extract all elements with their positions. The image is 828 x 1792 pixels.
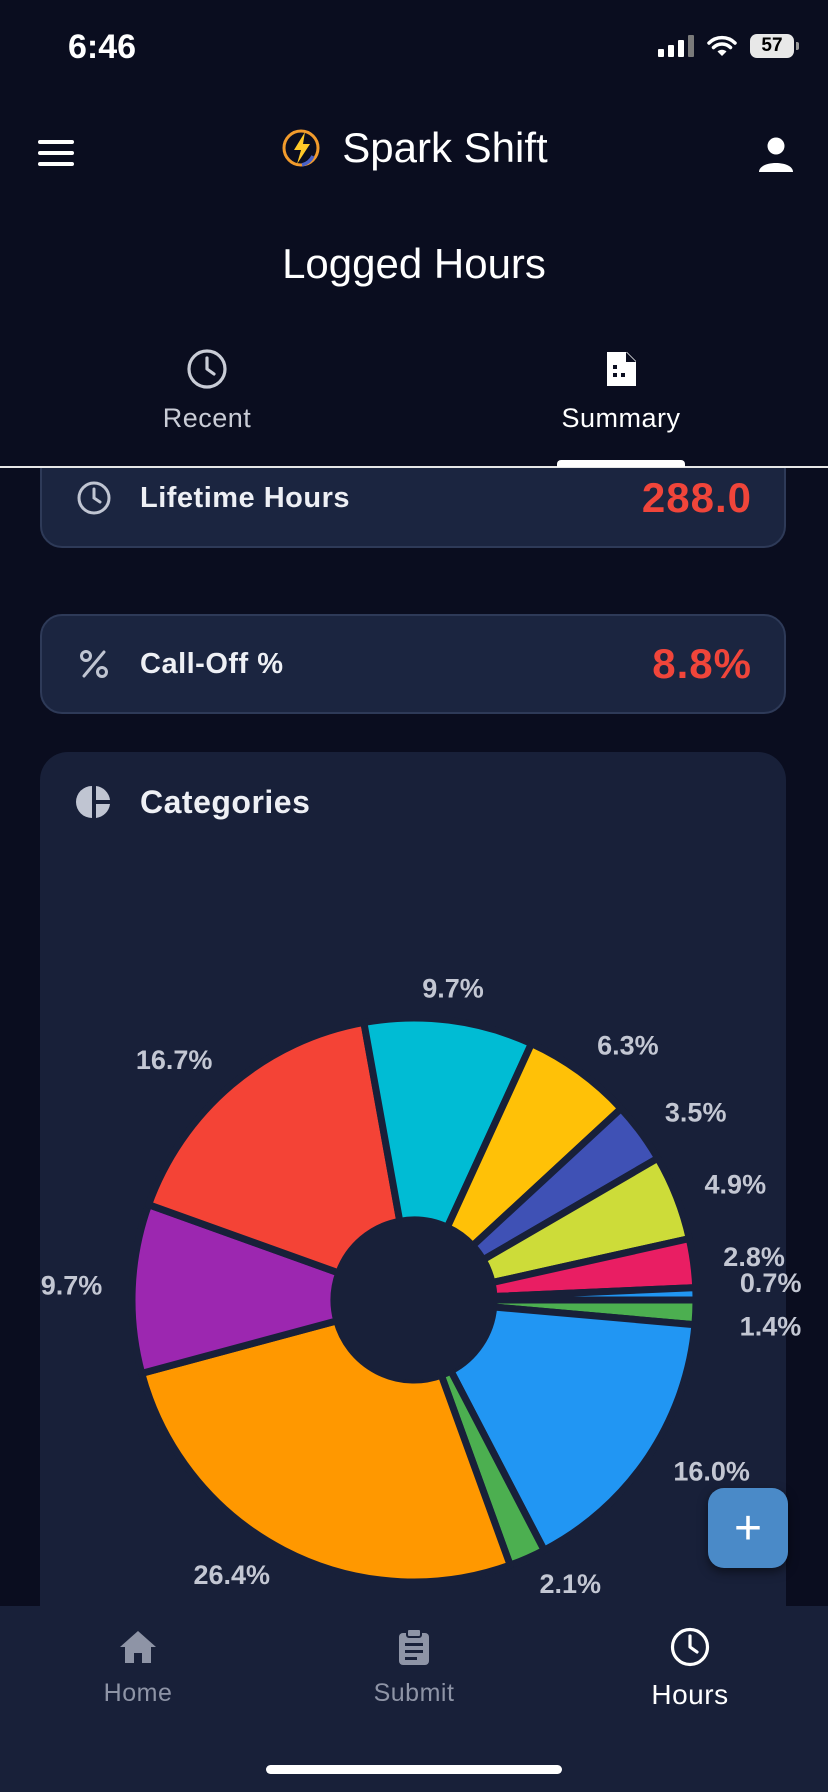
pie-label: 26.4% <box>193 1560 270 1590</box>
document-icon <box>607 352 636 386</box>
clock-icon <box>187 349 227 389</box>
signal-icon <box>658 35 694 57</box>
tab-summary[interactable]: Summary <box>414 348 828 434</box>
battery-icon: 57 <box>750 34 799 58</box>
nav-hours[interactable]: Hours <box>552 1626 828 1711</box>
pie-label: 4.9% <box>705 1169 767 1199</box>
wifi-icon <box>707 35 737 56</box>
home-indicator <box>266 1765 562 1774</box>
add-entry-button[interactable]: + <box>708 1488 788 1568</box>
profile-icon[interactable] <box>756 134 796 174</box>
plus-icon: + <box>733 1501 763 1555</box>
tab-indicator <box>557 460 685 467</box>
page-title: Logged Hours <box>282 240 546 287</box>
lightning-logo-icon <box>282 129 320 167</box>
pie-label: 0.7% <box>740 1268 802 1298</box>
categories-pie-chart: 1.4% 16.0% 2.1% 26.4% 9.7% 16.7% 9.7% 6.3% 3.5% 4… <box>41 974 802 1599</box>
app-title: Spark Shift <box>342 124 548 171</box>
home-icon <box>120 1631 156 1663</box>
nav-submit[interactable]: Submit <box>276 1626 552 1708</box>
summary-content[interactable]: Lifetime Hours 288.0 Call-Off % 8.8% Cat… <box>0 468 828 1606</box>
pie-label: 9.7% <box>422 974 484 1004</box>
app-brand: Spark Shift <box>0 124 828 172</box>
tab-recent[interactable]: Recent <box>0 348 414 434</box>
pie-label: 6.3% <box>597 1030 659 1060</box>
nav-home-label: Home <box>103 1679 173 1707</box>
nav-submit-label: Submit <box>373 1679 455 1707</box>
categories-card: Categories 1.4% 16.0% 2.1% 26.4% 9.7% 16.7% 9.… <box>40 752 801 1606</box>
clipboard-icon <box>399 1628 429 1665</box>
tab-recent-label: Recent <box>162 403 252 433</box>
donut-hole <box>334 1220 494 1380</box>
nav-hours-label: Hours <box>651 1679 729 1710</box>
status-icons: 57 <box>658 34 799 58</box>
status-time: 6:46 <box>68 28 137 66</box>
nav-home[interactable]: Home <box>0 1626 276 1708</box>
clock-icon <box>670 1627 710 1667</box>
pie-label: 3.5% <box>665 1098 727 1128</box>
tab-summary-label: Summary <box>561 403 681 433</box>
pie-label: 16.0% <box>673 1457 750 1487</box>
pie-label: 1.4% <box>740 1311 802 1341</box>
pie-label: 2.1% <box>539 1569 601 1599</box>
pie-label: 9.7% <box>41 1270 103 1300</box>
pie-label: 16.7% <box>136 1045 213 1075</box>
